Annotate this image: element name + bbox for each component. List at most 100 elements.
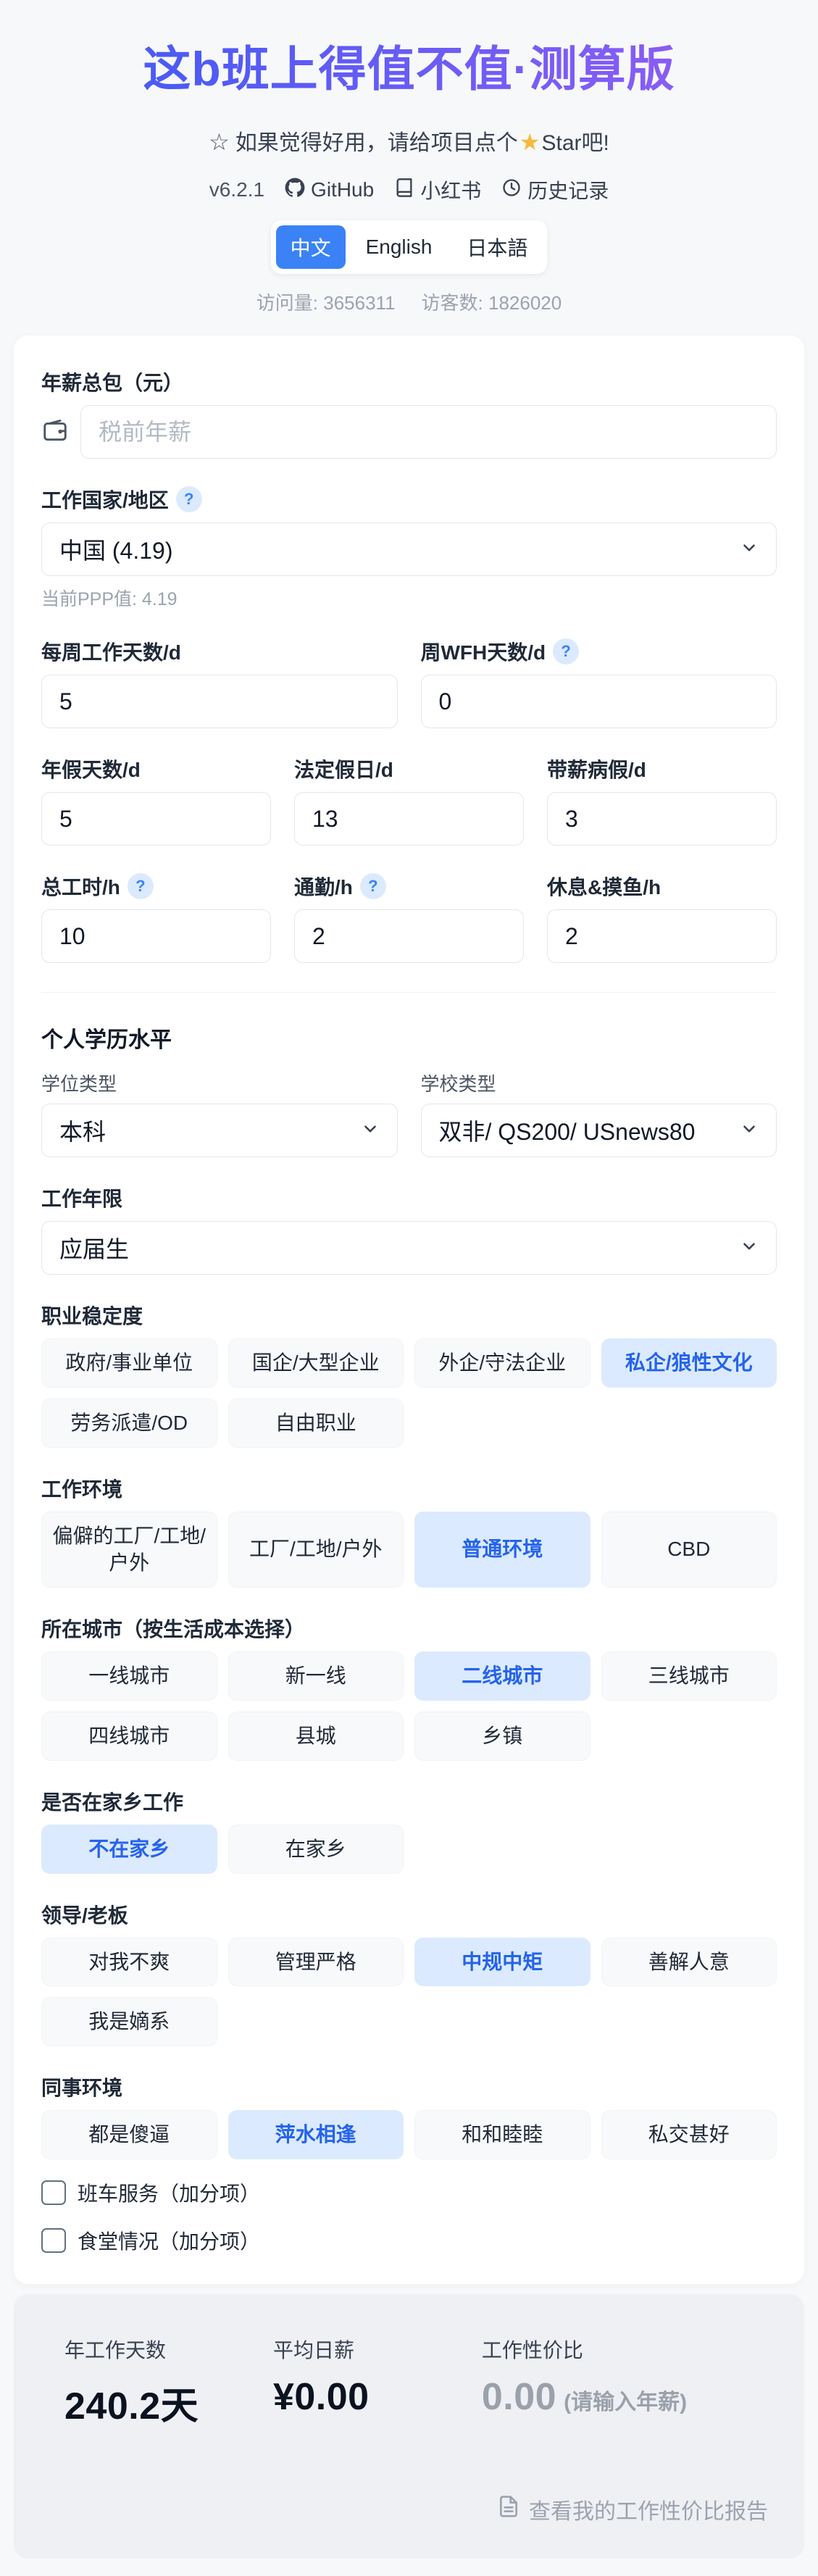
annual-leave-input[interactable] <box>41 792 271 846</box>
option-button[interactable]: 我是嫡系 <box>41 1997 217 2047</box>
chevron-down-icon <box>361 1117 380 1144</box>
country-select-value: 中国 (4.19) <box>59 538 173 564</box>
country-select[interactable]: 中国 (4.19) <box>41 522 777 576</box>
ppp-help-text: 当前PPP值: 4.19 <box>41 589 178 609</box>
group-label: 所在城市（按生活成本选择） <box>41 1618 306 1641</box>
help-question-icon[interactable]: ? <box>127 873 154 899</box>
option-button[interactable]: 私交甚好 <box>601 2110 777 2159</box>
divider <box>41 992 777 993</box>
option-button[interactable]: 管理严格 <box>228 1937 404 1987</box>
option-button[interactable]: 工厂/工地/户外 <box>228 1511 404 1588</box>
option-button[interactable]: 善解人意 <box>601 1937 777 1987</box>
summary-worth-ratio: 工作性价比 0.00 (请输入年薪) <box>482 2335 754 2430</box>
history-link[interactable]: 历史记录 <box>501 175 609 204</box>
option-button[interactable]: 二线城市 <box>414 1651 590 1701</box>
experience-value: 应届生 <box>59 1236 130 1262</box>
option-button[interactable]: 偏僻的工厂/工地/户外 <box>41 1511 217 1588</box>
working-days-label: 年工作天数 <box>64 2338 167 2362</box>
option-button[interactable]: 普通环境 <box>414 1511 590 1588</box>
option-button[interactable]: 三线城市 <box>601 1651 777 1701</box>
lang-tab-zh[interactable]: 中文 <box>275 225 346 269</box>
total-hours-input[interactable] <box>41 909 271 963</box>
field-wfh-days: 周WFH天数/d? <box>420 637 777 728</box>
field-rest-hours: 休息&摸鱼/h <box>547 872 777 963</box>
field-sick-leave: 带薪病假/d <box>547 754 777 846</box>
field-total-hours: 总工时/h? <box>41 872 271 963</box>
option-button[interactable]: 乡镇 <box>414 1711 590 1761</box>
github-icon <box>285 178 305 203</box>
option-button[interactable]: 外企/守法企业 <box>414 1338 590 1388</box>
option-grid: 对我不爽 管理严格 中规中矩 善解人意我是嫡系 <box>41 1937 777 2047</box>
salary-input[interactable] <box>80 405 777 459</box>
visits-stat: 访问量: 3656311 <box>256 292 396 314</box>
help-question-icon[interactable]: ? <box>175 486 202 512</box>
rest-hours-input[interactable] <box>547 909 777 963</box>
option-button[interactable]: 和和睦睦 <box>414 2110 590 2159</box>
salary-label: 年薪总包（元） <box>41 372 184 394</box>
option-button[interactable]: CBD <box>601 1511 777 1588</box>
group-leadership: 领导/老板 对我不爽 管理严格 中规中矩 善解人意 我是嫡系 <box>41 1900 777 2047</box>
experience-section: 工作年限 应届生 <box>41 1183 777 1275</box>
checkbox-icon[interactable] <box>41 2180 66 2205</box>
option-button[interactable]: 县城 <box>228 1711 404 1761</box>
school-type-select[interactable]: 双非/ QS200/ USnews80 <box>420 1104 777 1157</box>
country-label: 工作国家/地区 <box>41 489 169 512</box>
option-button[interactable]: 新一线 <box>228 1651 404 1701</box>
commute-hours-input[interactable] <box>294 909 524 963</box>
degree-type-label: 学位类型 <box>41 1073 117 1095</box>
field-public-holiday: 法定假日/d <box>294 754 524 846</box>
education-section: 个人学历水平 学位类型 本科 学校类型 双非/ QS200/ USnews80 <box>41 1022 777 1157</box>
option-button[interactable]: 劳务派遣/OD <box>41 1398 217 1448</box>
option-grid: 一线城市 新一线 二线城市 三线城市四线城市 县城 乡镇 <box>41 1651 777 1761</box>
school-type-label: 学校类型 <box>420 1073 496 1095</box>
option-button[interactable]: 私企/狼性文化 <box>601 1338 777 1388</box>
option-button[interactable]: 对我不爽 <box>41 1937 217 1987</box>
wfh-days-input[interactable] <box>420 675 777 728</box>
option-button[interactable]: 中规中矩 <box>414 1937 590 1987</box>
worth-ratio-label: 工作性价比 <box>481 2338 583 2362</box>
lang-tab-en[interactable]: English <box>351 225 447 269</box>
checkbox-shuttle-service[interactable]: 班车服务（加分项） <box>41 2178 777 2207</box>
summary-card: 年工作天数 240.2天 平均日薪 ¥0.00 工作性价比 0.00 (请输入年薪… <box>14 2293 804 2559</box>
salary-section: 年薪总包（元） <box>41 367 777 459</box>
view-report-link[interactable]: 查看我的工作性价比报告 <box>50 2493 768 2525</box>
view-report-label: 查看我的工作性价比报告 <box>529 2499 768 2524</box>
option-button[interactable]: 都是傻逼 <box>41 2110 217 2159</box>
option-button[interactable]: 政府/事业单位 <box>41 1338 217 1388</box>
help-question-icon[interactable]: ? <box>553 638 580 664</box>
group-job-stability: 职业稳定度 政府/事业单位 国企/大型企业 外企/守法企业 私企/狼性文化 劳务派遣/O… <box>41 1301 777 1448</box>
experience-label: 工作年限 <box>41 1188 123 1210</box>
option-button[interactable]: 不在家乡 <box>41 1824 217 1874</box>
option-button[interactable]: 一线城市 <box>41 1651 217 1701</box>
option-button[interactable]: 萍水相逢 <box>228 2110 404 2159</box>
lang-tab-ja[interactable]: 日本語 <box>452 225 542 269</box>
option-button[interactable]: 国企/大型企业 <box>228 1338 404 1388</box>
field-school-type: 学校类型 双非/ QS200/ USnews80 <box>420 1070 777 1157</box>
work-days-input[interactable] <box>41 675 398 728</box>
help-question-icon[interactable]: ? <box>359 873 386 899</box>
checkbox-icon[interactable] <box>41 2227 66 2253</box>
visit-stats: 访问量: 3656311 访客数: 1826020 <box>0 288 818 315</box>
header: 这b班上得值不值·测算版 ☆ 如果觉得好用，请给项目点个★Star吧! v6.2.… <box>0 0 818 315</box>
xiaohongshu-link[interactable]: 小红书 <box>394 175 481 204</box>
option-button[interactable]: 四线城市 <box>41 1711 217 1761</box>
country-section: 工作国家/地区 ? 中国 (4.19) 当前PPP值: 4.19 <box>41 485 777 611</box>
option-button[interactable]: 在家乡 <box>228 1824 404 1874</box>
chevron-down-icon <box>740 1117 759 1144</box>
group-city: 所在城市（按生活成本选择） 一线城市 新一线 二线城市 三线城市四线城市 县城 乡镇 <box>41 1614 777 1761</box>
github-link[interactable]: GitHub <box>285 178 374 203</box>
experience-select[interactable]: 应届生 <box>41 1221 777 1275</box>
working-days-value: 240.2天 <box>64 2385 199 2427</box>
sick-leave-input[interactable] <box>547 792 777 846</box>
public-holiday-input[interactable] <box>294 792 524 846</box>
checkbox-canteen-label: 食堂情况（加分项） <box>78 2230 261 2253</box>
degree-type-select[interactable]: 本科 <box>41 1104 398 1157</box>
group-colleagues: 同事环境 都是傻逼 萍水相逢 和和睦睦 私交甚好 <box>41 2072 777 2159</box>
group-hometown: 是否在家乡工作 不在家乡 在家乡 <box>41 1787 777 1874</box>
form-card: 年薪总包（元） 工作国家/地区 ? 中国 (4.19) 当前PPP值: 4.19… <box>14 335 804 2284</box>
option-grid: 政府/事业单位 国企/大型企业 外企/守法企业 私企/狼性文化劳务派遣/OD 自由职业 <box>41 1338 777 1448</box>
checkbox-canteen[interactable]: 食堂情况（加分项） <box>41 2226 777 2255</box>
option-button[interactable]: 自由职业 <box>228 1398 404 1448</box>
xiaohongshu-link-label: 小红书 <box>420 180 482 202</box>
history-icon <box>501 178 522 203</box>
